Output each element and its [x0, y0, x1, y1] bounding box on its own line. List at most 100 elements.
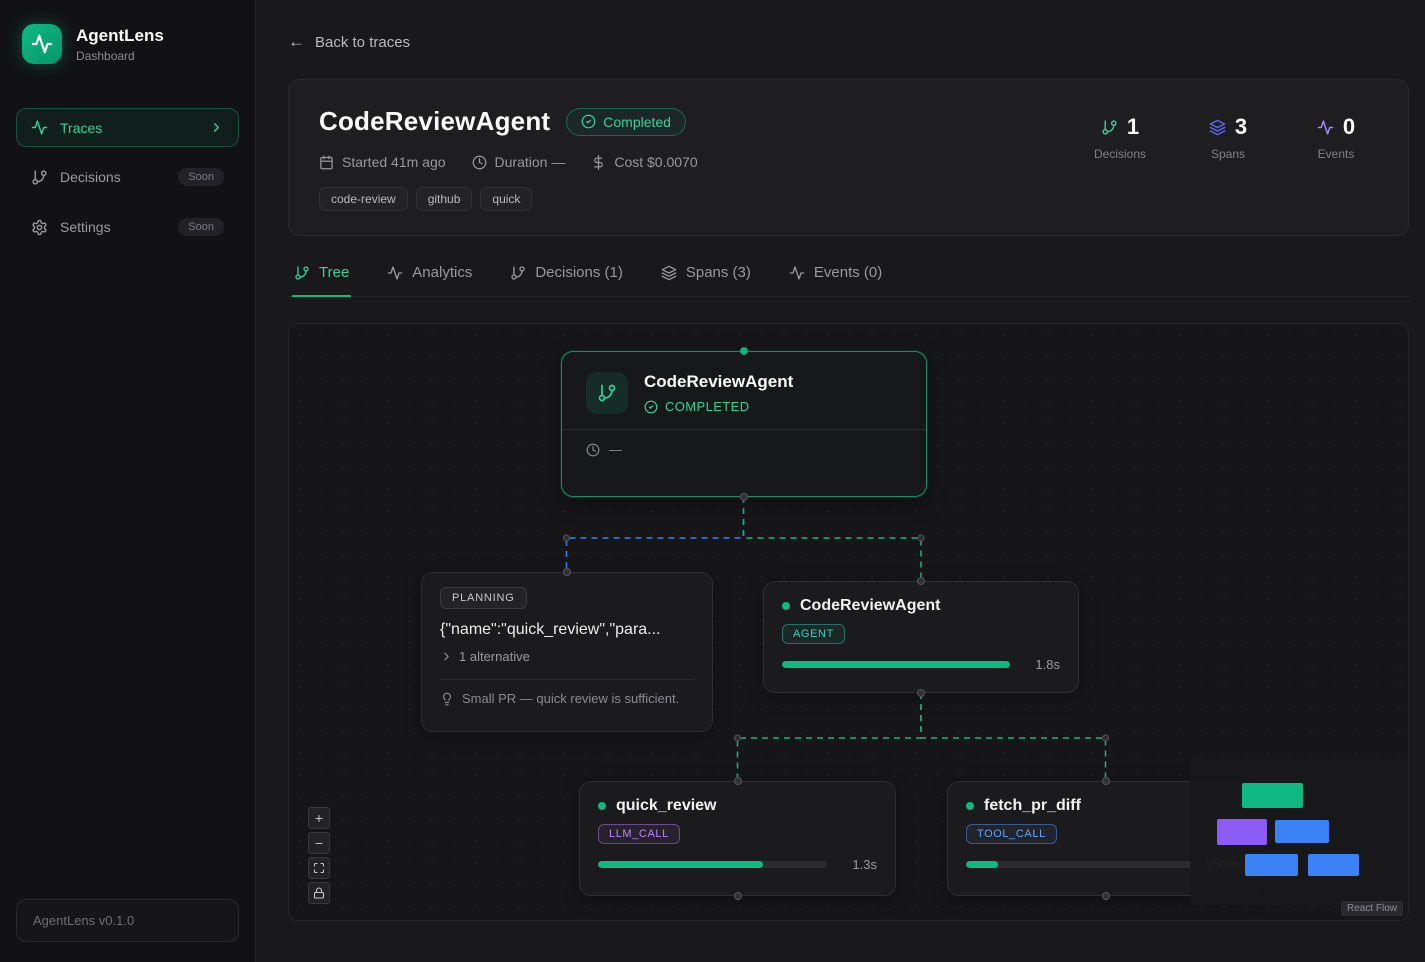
tab-label: Analytics [412, 264, 472, 281]
tab-spans[interactable]: Spans (3) [659, 264, 753, 297]
tab-label: Events (0) [814, 264, 882, 281]
soon-badge: Soon [178, 168, 224, 186]
trace-header-left: CodeReviewAgent Completed Started 41m ag… [319, 106, 698, 211]
lock-button[interactable] [308, 882, 330, 904]
flow-node-planning-decision[interactable]: PLANNING {"name":"quick_review","para...… [421, 572, 713, 732]
activity-icon [31, 119, 48, 136]
minimap-node-llm [1245, 854, 1298, 876]
activity-icon [789, 265, 805, 281]
node-handle [917, 689, 925, 697]
tag: quick [480, 187, 532, 211]
tab-tree[interactable]: Tree [292, 264, 351, 297]
status-dot [966, 802, 974, 810]
stat-value: 3 [1235, 114, 1247, 140]
node-title: CodeReviewAgent [644, 372, 793, 392]
minimap-node-agent [1275, 820, 1329, 843]
node-handle [740, 347, 748, 355]
minimap-node-tool [1308, 854, 1359, 876]
plus-icon: + [315, 811, 323, 825]
stat-spans: 3 Spans [1196, 114, 1260, 211]
stat-decisions: 1 Decisions [1088, 114, 1152, 211]
tab-bar: Tree Analytics Decisions (1) Spans (3) E… [288, 264, 1409, 297]
flow-controls: + − [308, 807, 330, 904]
alternatives-label: 1 alternative [459, 649, 530, 664]
duration-bar-track [966, 861, 1194, 868]
tab-decisions[interactable]: Decisions (1) [508, 264, 625, 297]
duration-bar-fill [598, 861, 763, 868]
stat-label: Events [1304, 147, 1368, 161]
arrow-left-icon: ← [288, 32, 305, 52]
status-badge: Completed [566, 108, 686, 136]
check-circle-icon [581, 114, 596, 129]
tab-analytics[interactable]: Analytics [385, 264, 474, 297]
minus-icon: − [315, 836, 323, 850]
trace-header-card: CodeReviewAgent Completed Started 41m ag… [288, 79, 1409, 236]
flow-node-agent-span[interactable]: CodeReviewAgent AGENT 1.8s [763, 581, 1079, 693]
sidebar-nav: Traces Decisions Soon Settings Soon [0, 86, 255, 247]
minimap-node-root [1242, 783, 1303, 808]
flow-node-quick-review[interactable]: quick_review LLM_CALL 1.3s [579, 781, 896, 896]
version-label: AgentLens v0.1.0 [33, 913, 134, 928]
zoom-out-button[interactable]: − [308, 832, 330, 854]
sidebar-item-settings[interactable]: Settings Soon [16, 207, 239, 247]
status-dot [598, 802, 606, 810]
maximize-icon [313, 862, 325, 874]
lightbulb-icon [440, 692, 454, 706]
started-meta: Started 41m ago [319, 154, 446, 170]
react-flow-attribution[interactable]: React Flow [1341, 901, 1403, 916]
stat-events: 0 Events [1304, 114, 1368, 211]
alternatives-expander[interactable]: 1 alternative [440, 649, 694, 664]
back-to-traces-link[interactable]: ← Back to traces [288, 32, 410, 52]
sidebar-item-decisions[interactable]: Decisions Soon [16, 157, 239, 197]
status-badge-label: Completed [603, 114, 671, 130]
node-duration: — [609, 442, 622, 457]
decision-reasoning: Small PR — quick review is sufficient. [462, 691, 679, 706]
agentlens-logo-icon [22, 24, 62, 64]
cost-label: Cost $0.0070 [614, 154, 697, 170]
sidebar-item-label: Decisions [60, 169, 121, 185]
sidebar-item-traces[interactable]: Traces [16, 108, 239, 147]
tag: github [416, 187, 473, 211]
span-type-badge: AGENT [782, 624, 845, 644]
activity-icon [1317, 119, 1334, 136]
zoom-in-button[interactable]: + [308, 807, 330, 829]
dollar-icon [591, 155, 606, 170]
tab-events[interactable]: Events (0) [787, 264, 884, 297]
minimap[interactable] [1190, 755, 1408, 905]
version-box: AgentLens v0.1.0 [16, 899, 239, 942]
app-name: AgentLens [76, 26, 164, 46]
layers-icon [1209, 119, 1226, 136]
duration-bar-track [598, 861, 827, 868]
node-handle [1102, 892, 1110, 900]
node-handle [740, 493, 748, 501]
node-handle [563, 568, 571, 576]
tab-label: Tree [319, 264, 349, 281]
main-content: ← Back to traces CodeReviewAgent Complet… [256, 0, 1425, 962]
tag: code-review [319, 187, 408, 211]
git-branch-icon [31, 169, 48, 186]
soon-badge: Soon [178, 218, 224, 236]
fit-view-button[interactable] [308, 857, 330, 879]
chevron-right-icon [440, 650, 453, 663]
lock-icon [313, 887, 325, 899]
node-title: quick_review [616, 797, 717, 815]
tab-label: Decisions (1) [535, 264, 623, 281]
app-subtitle: Dashboard [76, 49, 164, 63]
check-circle-icon [644, 400, 658, 414]
node-title: fetch_pr_diff [984, 797, 1081, 815]
status-dot [782, 602, 790, 610]
span-type-badge: LLM_CALL [598, 824, 680, 844]
cost-meta: Cost $0.0070 [591, 154, 697, 170]
node-duration: 1.8s [1022, 657, 1060, 672]
flow-canvas[interactable]: CodeReviewAgent COMPLETED — PLANNING {"n… [288, 323, 1409, 921]
duration-bar-fill [966, 861, 998, 868]
git-branch-icon [294, 265, 310, 281]
trace-stats: 1 Decisions 3 Spans 0 Events [1088, 106, 1378, 211]
chevron-right-icon [209, 120, 224, 135]
duration-meta: Duration — [472, 154, 566, 170]
flow-node-root-agent[interactable]: CodeReviewAgent COMPLETED — [561, 351, 927, 497]
layers-icon [661, 265, 677, 281]
node-handle [734, 777, 742, 785]
minimap-node-planning [1217, 819, 1267, 845]
node-title: CodeReviewAgent [800, 597, 940, 615]
